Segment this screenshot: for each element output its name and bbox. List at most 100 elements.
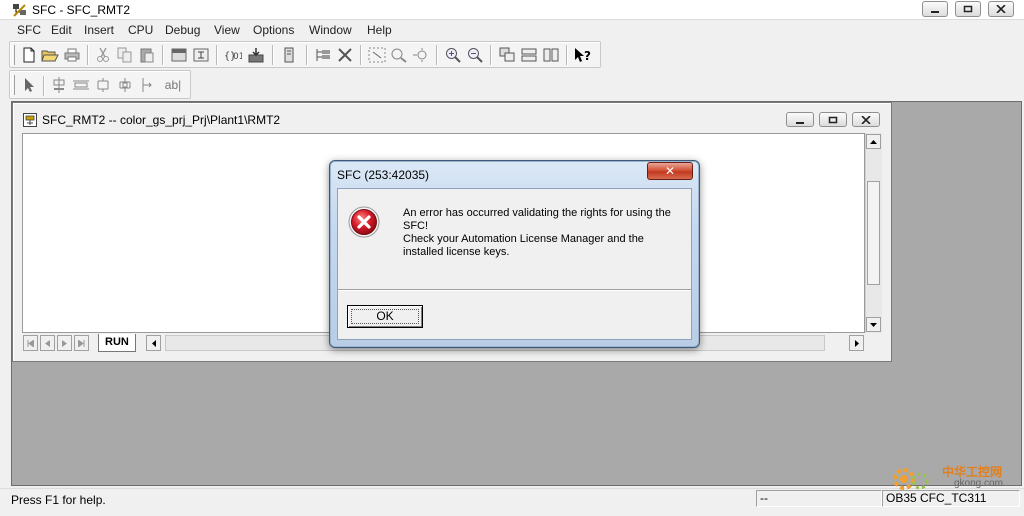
cascade-windows-icon bbox=[499, 47, 515, 62]
menu-sfc[interactable]: SFC bbox=[15, 22, 43, 38]
toolbar-separator bbox=[87, 45, 88, 65]
compile-button[interactable]: {} 01 bbox=[222, 44, 244, 66]
select-tool-button[interactable] bbox=[18, 74, 40, 96]
step-transition-tool-button[interactable] bbox=[48, 74, 70, 96]
vertical-scrollbar[interactable] bbox=[865, 133, 882, 333]
menu-debug[interactable]: Debug bbox=[163, 22, 202, 38]
paste-button[interactable] bbox=[136, 44, 158, 66]
menu-help[interactable]: Help bbox=[365, 22, 394, 38]
alt-branch-icon bbox=[119, 78, 131, 92]
test-mode-button[interactable] bbox=[278, 44, 300, 66]
scroll-right-button[interactable] bbox=[849, 335, 864, 351]
last-sheet-button[interactable] bbox=[74, 335, 89, 351]
sfc-app-icon bbox=[13, 4, 26, 17]
cascade-button[interactable] bbox=[496, 44, 518, 66]
simultaneous-branch-tool-button[interactable] bbox=[92, 74, 114, 96]
menu-options[interactable]: Options bbox=[251, 22, 296, 38]
context-help-button[interactable]: ? bbox=[572, 44, 594, 66]
gear-icon bbox=[893, 468, 929, 490]
first-sheet-button[interactable] bbox=[23, 335, 38, 351]
child-minimize-button[interactable] bbox=[786, 112, 814, 127]
sequence-properties-button[interactable] bbox=[190, 44, 212, 66]
zoom-out-button[interactable] bbox=[464, 44, 486, 66]
fit-button[interactable] bbox=[334, 44, 356, 66]
close-icon bbox=[996, 5, 1006, 13]
arrow-right-icon bbox=[854, 339, 859, 347]
copy-button[interactable] bbox=[114, 44, 136, 66]
sfc-elements-toolbar: ab| bbox=[9, 70, 191, 99]
status-help-text: Press F1 for help. bbox=[11, 493, 106, 507]
open-button[interactable] bbox=[39, 44, 61, 66]
scroll-up-button[interactable] bbox=[866, 134, 881, 149]
standard-toolbar: {} 01 ? bbox=[9, 41, 601, 68]
cut-button[interactable] bbox=[92, 44, 114, 66]
ok-button[interactable]: OK bbox=[347, 305, 423, 328]
minimize-icon bbox=[931, 11, 939, 13]
new-file-icon bbox=[23, 47, 35, 63]
hierarchy-button[interactable] bbox=[312, 44, 334, 66]
child-restore-button[interactable] bbox=[819, 112, 847, 127]
toolbar-separator bbox=[272, 45, 273, 65]
toolbar-separator bbox=[162, 45, 163, 65]
clipboard-icon bbox=[140, 48, 154, 63]
window-title: SFC - SFC_RMT2 bbox=[32, 3, 131, 17]
prev-icon bbox=[45, 339, 50, 347]
child-close-button[interactable] bbox=[852, 112, 880, 127]
sequence-icon bbox=[73, 80, 89, 90]
scroll-down-button[interactable] bbox=[866, 317, 881, 332]
title-bar[interactable]: SFC - SFC_RMT2 bbox=[0, 0, 1024, 20]
close-button[interactable] bbox=[988, 1, 1014, 17]
sfc-overview-button[interactable] bbox=[168, 44, 190, 66]
menu-view[interactable]: View bbox=[212, 22, 242, 38]
tile-vertical-icon bbox=[543, 48, 559, 62]
toolbar-separator bbox=[436, 45, 437, 65]
download-button[interactable] bbox=[245, 44, 267, 66]
tile-horizontal-button[interactable] bbox=[518, 44, 540, 66]
next-sheet-button[interactable] bbox=[57, 335, 72, 351]
restore-button[interactable] bbox=[955, 1, 981, 17]
gkong-watermark: 中华工控网 gkong.com bbox=[890, 459, 1020, 493]
dialog-close-button[interactable]: ✕ bbox=[647, 162, 693, 180]
minimize-button[interactable] bbox=[922, 1, 948, 17]
zoom-region-icon bbox=[368, 47, 386, 63]
jump-tool-button[interactable] bbox=[136, 74, 158, 96]
zoom-point-icon bbox=[413, 48, 427, 62]
next-icon bbox=[62, 339, 67, 347]
svg-text:?: ? bbox=[584, 49, 591, 63]
error-icon bbox=[348, 206, 380, 238]
toolbar-grip[interactable] bbox=[12, 75, 15, 95]
zoom-point-button[interactable] bbox=[410, 44, 432, 66]
zoom-refresh-button[interactable] bbox=[388, 44, 410, 66]
toolbar-grip[interactable] bbox=[12, 45, 15, 65]
status-pane-mode: -- bbox=[756, 490, 882, 507]
expand-arrows-icon bbox=[338, 48, 352, 62]
window-icon bbox=[171, 48, 187, 62]
minimize-icon bbox=[796, 121, 804, 124]
sequence-tool-button[interactable] bbox=[70, 74, 92, 96]
menu-edit[interactable]: Edit bbox=[49, 22, 74, 38]
menu-insert[interactable]: Insert bbox=[82, 22, 116, 38]
scissors-icon bbox=[97, 47, 109, 62]
menu-cpu[interactable]: CPU bbox=[126, 22, 155, 38]
text-tool-button[interactable]: ab| bbox=[160, 74, 186, 96]
print-button[interactable] bbox=[61, 44, 83, 66]
prev-sheet-button[interactable] bbox=[40, 335, 55, 351]
arrow-down-icon bbox=[870, 322, 877, 327]
text-tool-label: ab| bbox=[164, 78, 182, 92]
alternative-branch-tool-button[interactable] bbox=[114, 74, 136, 96]
dialog-message: An error has occurred validating the rig… bbox=[403, 207, 671, 258]
toolbar-separator bbox=[360, 45, 361, 65]
vertical-scroll-thumb[interactable] bbox=[867, 181, 880, 285]
zoom-fit-button[interactable] bbox=[366, 44, 388, 66]
last-icon bbox=[78, 339, 85, 347]
dialog-separator bbox=[338, 289, 691, 291]
new-file-button[interactable] bbox=[18, 44, 40, 66]
printer-icon bbox=[64, 48, 80, 62]
toolbar-separator bbox=[216, 45, 217, 65]
tab-run[interactable]: RUN bbox=[98, 334, 136, 352]
scroll-left-button[interactable] bbox=[146, 335, 161, 351]
menu-window[interactable]: Window bbox=[307, 22, 354, 38]
glasses-icon bbox=[284, 47, 294, 63]
tile-vertical-button[interactable] bbox=[540, 44, 562, 66]
zoom-in-button[interactable] bbox=[442, 44, 464, 66]
